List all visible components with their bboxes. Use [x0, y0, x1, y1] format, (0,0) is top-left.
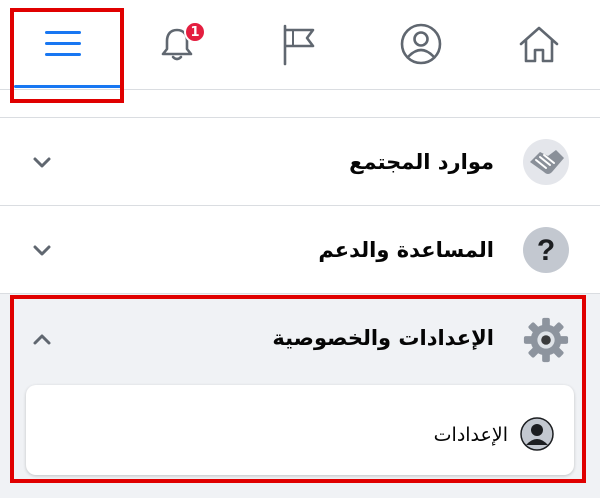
chevron-down-icon: [33, 157, 51, 168]
tab-pages[interactable]: [244, 0, 354, 88]
notification-badge: 1: [184, 21, 206, 43]
question-icon: ?: [522, 226, 570, 274]
hamburger-menu-icon: [45, 31, 81, 56]
menu-section-community-resources[interactable]: موارد المجتمع: [0, 118, 600, 206]
tab-home[interactable]: [484, 0, 594, 88]
tab-notifications[interactable]: 1: [122, 0, 232, 88]
flag-icon: [283, 24, 315, 66]
gear-icon: [522, 316, 570, 364]
active-tab-indicator: [14, 85, 122, 88]
chevron-down-icon: [33, 245, 51, 256]
svg-text:?: ?: [537, 234, 555, 267]
tab-profile[interactable]: [366, 0, 476, 88]
home-icon: [519, 26, 559, 63]
submenu-item-settings[interactable]: الإعدادات: [26, 385, 574, 475]
menu-section-settings-privacy[interactable]: الإعدادات والخصوصية: [0, 294, 600, 385]
user-circle-icon: [400, 23, 442, 65]
menu-section-label: المساعدة والدعم: [318, 238, 494, 262]
menu-section-label: الإعدادات والخصوصية: [272, 326, 494, 350]
tab-menu[interactable]: [8, 0, 122, 88]
menu-spacer: [0, 90, 600, 118]
handshake-icon: [522, 138, 570, 186]
menu-section-label: موارد المجتمع: [349, 150, 494, 174]
submenu-item-label: الإعدادات: [433, 424, 508, 446]
user-avatar-icon: [520, 417, 554, 451]
top-navigation-bar: 1: [0, 0, 600, 90]
menu-section-help-support[interactable]: ? المساعدة والدعم: [0, 206, 600, 294]
chevron-up-icon: [33, 334, 51, 345]
